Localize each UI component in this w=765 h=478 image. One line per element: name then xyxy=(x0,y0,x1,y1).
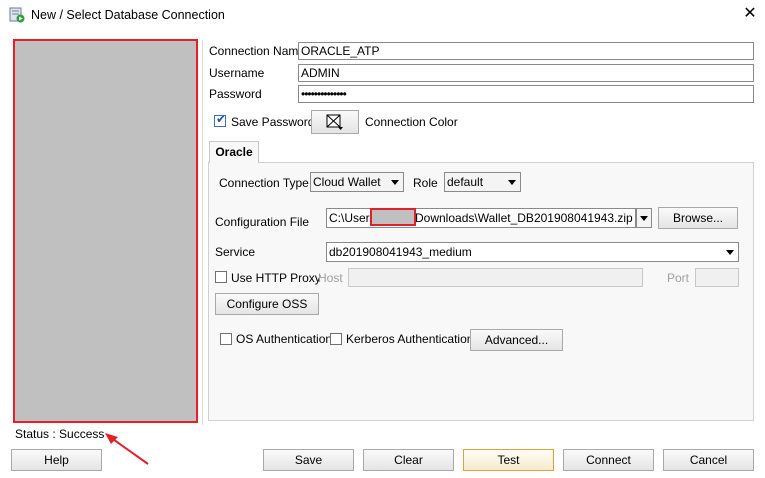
configuration-file-dropdown[interactable] xyxy=(636,208,652,228)
advanced-button[interactable]: Advanced... xyxy=(470,329,563,351)
chevron-down-icon xyxy=(391,180,399,185)
username-input[interactable]: ADMIN xyxy=(298,64,754,82)
connection-type-label: Connection Type xyxy=(219,176,309,190)
help-button[interactable]: Help xyxy=(11,449,102,471)
close-icon[interactable]: ✕ xyxy=(740,3,760,25)
chevron-down-icon xyxy=(726,250,734,255)
kerberos-authentication-label: Kerberos Authentication xyxy=(346,332,474,346)
connection-name-label: Connection Name xyxy=(209,44,306,58)
password-label: Password xyxy=(209,87,262,101)
connection-type-value: Cloud Wallet xyxy=(313,175,381,189)
password-input[interactable]: •••••••••••••• xyxy=(298,85,754,103)
chevron-down-icon xyxy=(508,180,516,185)
browse-button[interactable]: Browse... xyxy=(658,207,738,229)
status-text: Status : Success xyxy=(15,427,105,441)
splitter[interactable] xyxy=(202,40,203,425)
username-label: Username xyxy=(209,66,265,80)
role-value: default xyxy=(447,175,484,189)
save-button[interactable]: Save xyxy=(263,449,354,471)
port-input[interactable] xyxy=(695,268,739,287)
kerberos-authentication-checkbox[interactable] xyxy=(330,333,342,345)
port-label: Port xyxy=(667,271,690,285)
connection-name-input[interactable]: ORACLE_ATP xyxy=(298,42,754,60)
sql-developer-icon xyxy=(9,7,25,23)
configure-oss-button[interactable]: Configure OSS xyxy=(215,293,319,315)
connect-button[interactable]: Connect xyxy=(563,449,654,471)
window-title: New / Select Database Connection xyxy=(31,8,225,22)
config-file-prefix: C:\Users xyxy=(329,211,376,225)
clear-button[interactable]: Clear xyxy=(363,449,454,471)
service-select[interactable]: db201908041943_medium xyxy=(326,242,739,262)
os-authentication-checkbox[interactable] xyxy=(220,333,232,345)
host-label: Host xyxy=(318,271,343,285)
chevron-down-icon xyxy=(640,216,648,221)
connection-color-label: Connection Color xyxy=(365,115,458,129)
test-button[interactable]: Test xyxy=(463,449,554,471)
configuration-file-label: Configuration File xyxy=(215,215,310,229)
service-label: Service xyxy=(215,245,256,259)
save-password-label: Save Password xyxy=(231,115,315,129)
service-value: db201908041943_medium xyxy=(329,245,472,259)
tab-oracle[interactable]: Oracle xyxy=(209,141,259,163)
color-swatch-icon xyxy=(326,114,343,130)
redacted-username xyxy=(370,208,416,226)
annotation-arrow-icon xyxy=(105,433,149,465)
use-http-proxy-checkbox[interactable] xyxy=(215,271,227,283)
connections-list[interactable] xyxy=(13,39,198,423)
connection-color-button[interactable] xyxy=(311,110,359,134)
config-file-suffix: Downloads\Wallet_DB201908041943.zip xyxy=(415,211,633,225)
host-input[interactable] xyxy=(348,268,643,287)
connection-type-select[interactable]: Cloud Wallet xyxy=(310,172,404,192)
cancel-button[interactable]: Cancel xyxy=(663,449,754,471)
use-http-proxy-label: Use HTTP Proxy xyxy=(231,271,321,285)
os-authentication-label: OS Authentication xyxy=(236,332,333,346)
oracle-tab-panel xyxy=(208,162,754,421)
checkmark-icon: ✔ xyxy=(216,112,227,126)
role-select[interactable]: default xyxy=(444,172,521,192)
role-label: Role xyxy=(413,176,438,190)
save-password-checkbox[interactable]: ✔ xyxy=(214,112,227,127)
